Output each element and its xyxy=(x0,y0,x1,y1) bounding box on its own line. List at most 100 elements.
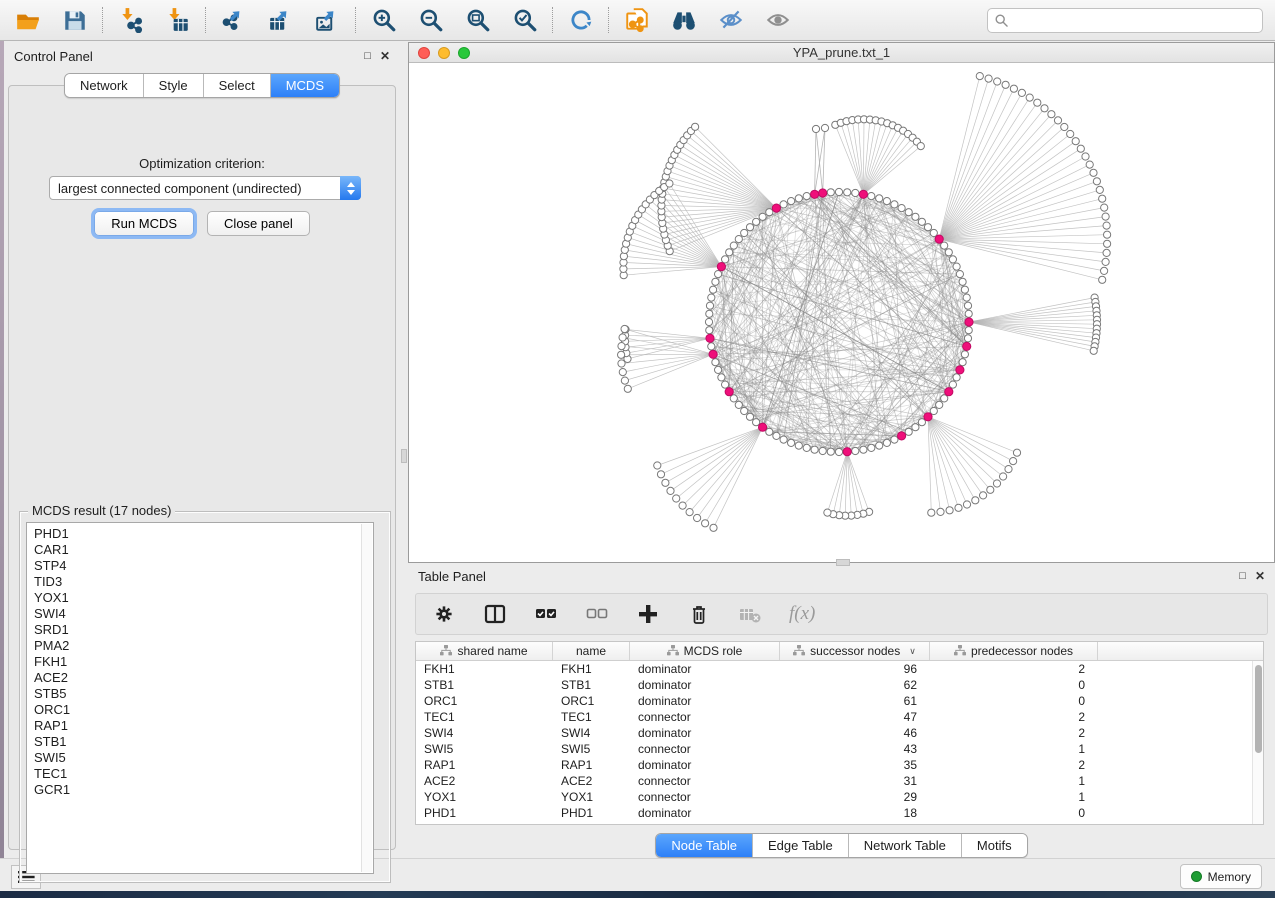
table-scrollbar-thumb[interactable] xyxy=(1255,665,1262,753)
leaf-node[interactable] xyxy=(1101,267,1108,274)
ring-node[interactable] xyxy=(868,193,875,200)
cell-MCDS-role[interactable]: connector xyxy=(630,774,780,788)
leaf-node[interactable] xyxy=(1104,231,1111,238)
leaf-node[interactable] xyxy=(1099,276,1106,283)
table-row[interactable]: ACE2ACE2connector311 xyxy=(416,773,1263,789)
run-mcds-button[interactable]: Run MCDS xyxy=(94,211,194,236)
ring-node[interactable] xyxy=(852,447,859,454)
leaf-node[interactable] xyxy=(1072,138,1079,145)
leaf-node[interactable] xyxy=(1054,117,1061,124)
table-row[interactable]: STB1STB1dominator620 xyxy=(416,677,1263,693)
delete-column-icon[interactable] xyxy=(687,602,711,626)
leaf-node[interactable] xyxy=(1082,153,1089,160)
mcds-hub-node[interactable] xyxy=(706,334,714,342)
leaf-node[interactable] xyxy=(621,377,628,384)
ring-node[interactable] xyxy=(912,213,919,220)
cell-shared-name[interactable]: STB1 xyxy=(416,678,553,692)
ring-node[interactable] xyxy=(930,407,937,414)
table-row[interactable]: YOX1YOX1connector291 xyxy=(416,789,1263,805)
ring-node[interactable] xyxy=(773,432,780,439)
cell-shared-name[interactable]: ACE2 xyxy=(416,774,553,788)
mcds-result-item[interactable]: SRD1 xyxy=(34,622,373,638)
cell-MCDS-role[interactable]: dominator xyxy=(630,726,780,740)
leaf-node[interactable] xyxy=(1090,169,1097,176)
leaf-node[interactable] xyxy=(1000,473,1007,480)
leaf-node[interactable] xyxy=(955,504,962,511)
mcds-result-item[interactable]: YOX1 xyxy=(34,590,373,606)
cell-name[interactable]: YOX1 xyxy=(553,790,630,804)
cell-MCDS-role[interactable]: dominator xyxy=(630,806,780,820)
ring-node[interactable] xyxy=(735,401,742,408)
leaf-node[interactable] xyxy=(1048,111,1055,118)
leaf-node[interactable] xyxy=(824,509,831,516)
ring-node[interactable] xyxy=(941,242,948,249)
leaf-node[interactable] xyxy=(976,73,983,80)
ring-node[interactable] xyxy=(961,351,968,358)
table-tab-network-table[interactable]: Network Table xyxy=(848,834,961,857)
cell-shared-name[interactable]: FKH1 xyxy=(416,662,553,676)
leaf-node[interactable] xyxy=(621,325,628,332)
cell-predecessor-nodes[interactable]: 1 xyxy=(930,790,1098,804)
cell-successor-nodes[interactable]: 31 xyxy=(780,774,930,788)
table-tab-node-table[interactable]: Node Table xyxy=(656,834,752,857)
export-network-icon[interactable] xyxy=(220,7,247,34)
mcds-hub-node[interactable] xyxy=(725,388,733,396)
ring-node[interactable] xyxy=(956,271,963,278)
leaf-node[interactable] xyxy=(917,143,924,150)
ring-node[interactable] xyxy=(964,335,971,342)
leaf-node[interactable] xyxy=(1101,204,1108,211)
mcds-hub-node[interactable] xyxy=(956,366,964,374)
column-header-shared-name[interactable]: shared name xyxy=(416,642,553,660)
mcds-result-item[interactable]: SWI4 xyxy=(34,606,373,622)
leaf-node[interactable] xyxy=(972,497,979,504)
mcds-result-item[interactable]: PHD1 xyxy=(34,526,373,542)
leaf-node[interactable] xyxy=(624,385,631,392)
cell-predecessor-nodes[interactable]: 1 xyxy=(930,742,1098,756)
cell-predecessor-nodes[interactable]: 2 xyxy=(930,758,1098,772)
cell-name[interactable]: TEC1 xyxy=(553,710,630,724)
ring-node[interactable] xyxy=(706,310,713,317)
add-column-icon[interactable] xyxy=(636,602,660,626)
cell-shared-name[interactable]: SWI5 xyxy=(416,742,553,756)
leaf-node[interactable] xyxy=(702,520,709,527)
cell-successor-nodes[interactable]: 43 xyxy=(780,742,930,756)
mcds-hub-node[interactable] xyxy=(859,190,867,198)
ring-node[interactable] xyxy=(965,310,972,317)
mcds-result-item[interactable]: STB5 xyxy=(34,686,373,702)
ring-node[interactable] xyxy=(918,218,925,225)
ring-node[interactable] xyxy=(949,381,956,388)
deselect-all-icon[interactable] xyxy=(585,602,609,626)
leaf-node[interactable] xyxy=(994,78,1001,85)
table-row[interactable]: PHD1PHD1dominator180 xyxy=(416,805,1263,821)
leaf-node[interactable] xyxy=(980,492,987,499)
leaf-node[interactable] xyxy=(821,124,828,131)
cell-successor-nodes[interactable]: 46 xyxy=(780,726,930,740)
leaf-node[interactable] xyxy=(1067,130,1074,137)
leaf-node[interactable] xyxy=(1002,81,1009,88)
cell-name[interactable]: PHD1 xyxy=(553,806,630,820)
mcds-result-item[interactable]: SWI5 xyxy=(34,750,373,766)
leaf-node[interactable] xyxy=(686,509,693,516)
cell-successor-nodes[interactable]: 96 xyxy=(780,662,930,676)
column-header-successor-nodes[interactable]: successor nodes∨ xyxy=(780,642,930,660)
leaf-node[interactable] xyxy=(619,369,626,376)
ring-node[interactable] xyxy=(746,224,753,231)
mcds-result-item[interactable]: STP4 xyxy=(34,558,373,574)
delete-table-icon[interactable] xyxy=(738,602,762,626)
cell-predecessor-nodes[interactable]: 0 xyxy=(930,678,1098,692)
ring-node[interactable] xyxy=(741,407,748,414)
leaf-node[interactable] xyxy=(694,514,701,521)
split-view-icon[interactable] xyxy=(483,602,507,626)
cell-shared-name[interactable]: YOX1 xyxy=(416,790,553,804)
ring-node[interactable] xyxy=(803,193,810,200)
leaf-node[interactable] xyxy=(1010,458,1017,465)
ring-node[interactable] xyxy=(835,448,842,455)
cell-name[interactable]: SWI5 xyxy=(553,742,630,756)
ring-node[interactable] xyxy=(706,302,713,309)
ring-node[interactable] xyxy=(949,256,956,263)
cell-name[interactable]: ORC1 xyxy=(553,694,630,708)
vertical-splitter[interactable] xyxy=(400,41,408,858)
leaf-node[interactable] xyxy=(618,360,625,367)
leaf-node[interactable] xyxy=(710,524,717,531)
leaf-node[interactable] xyxy=(993,480,1000,487)
